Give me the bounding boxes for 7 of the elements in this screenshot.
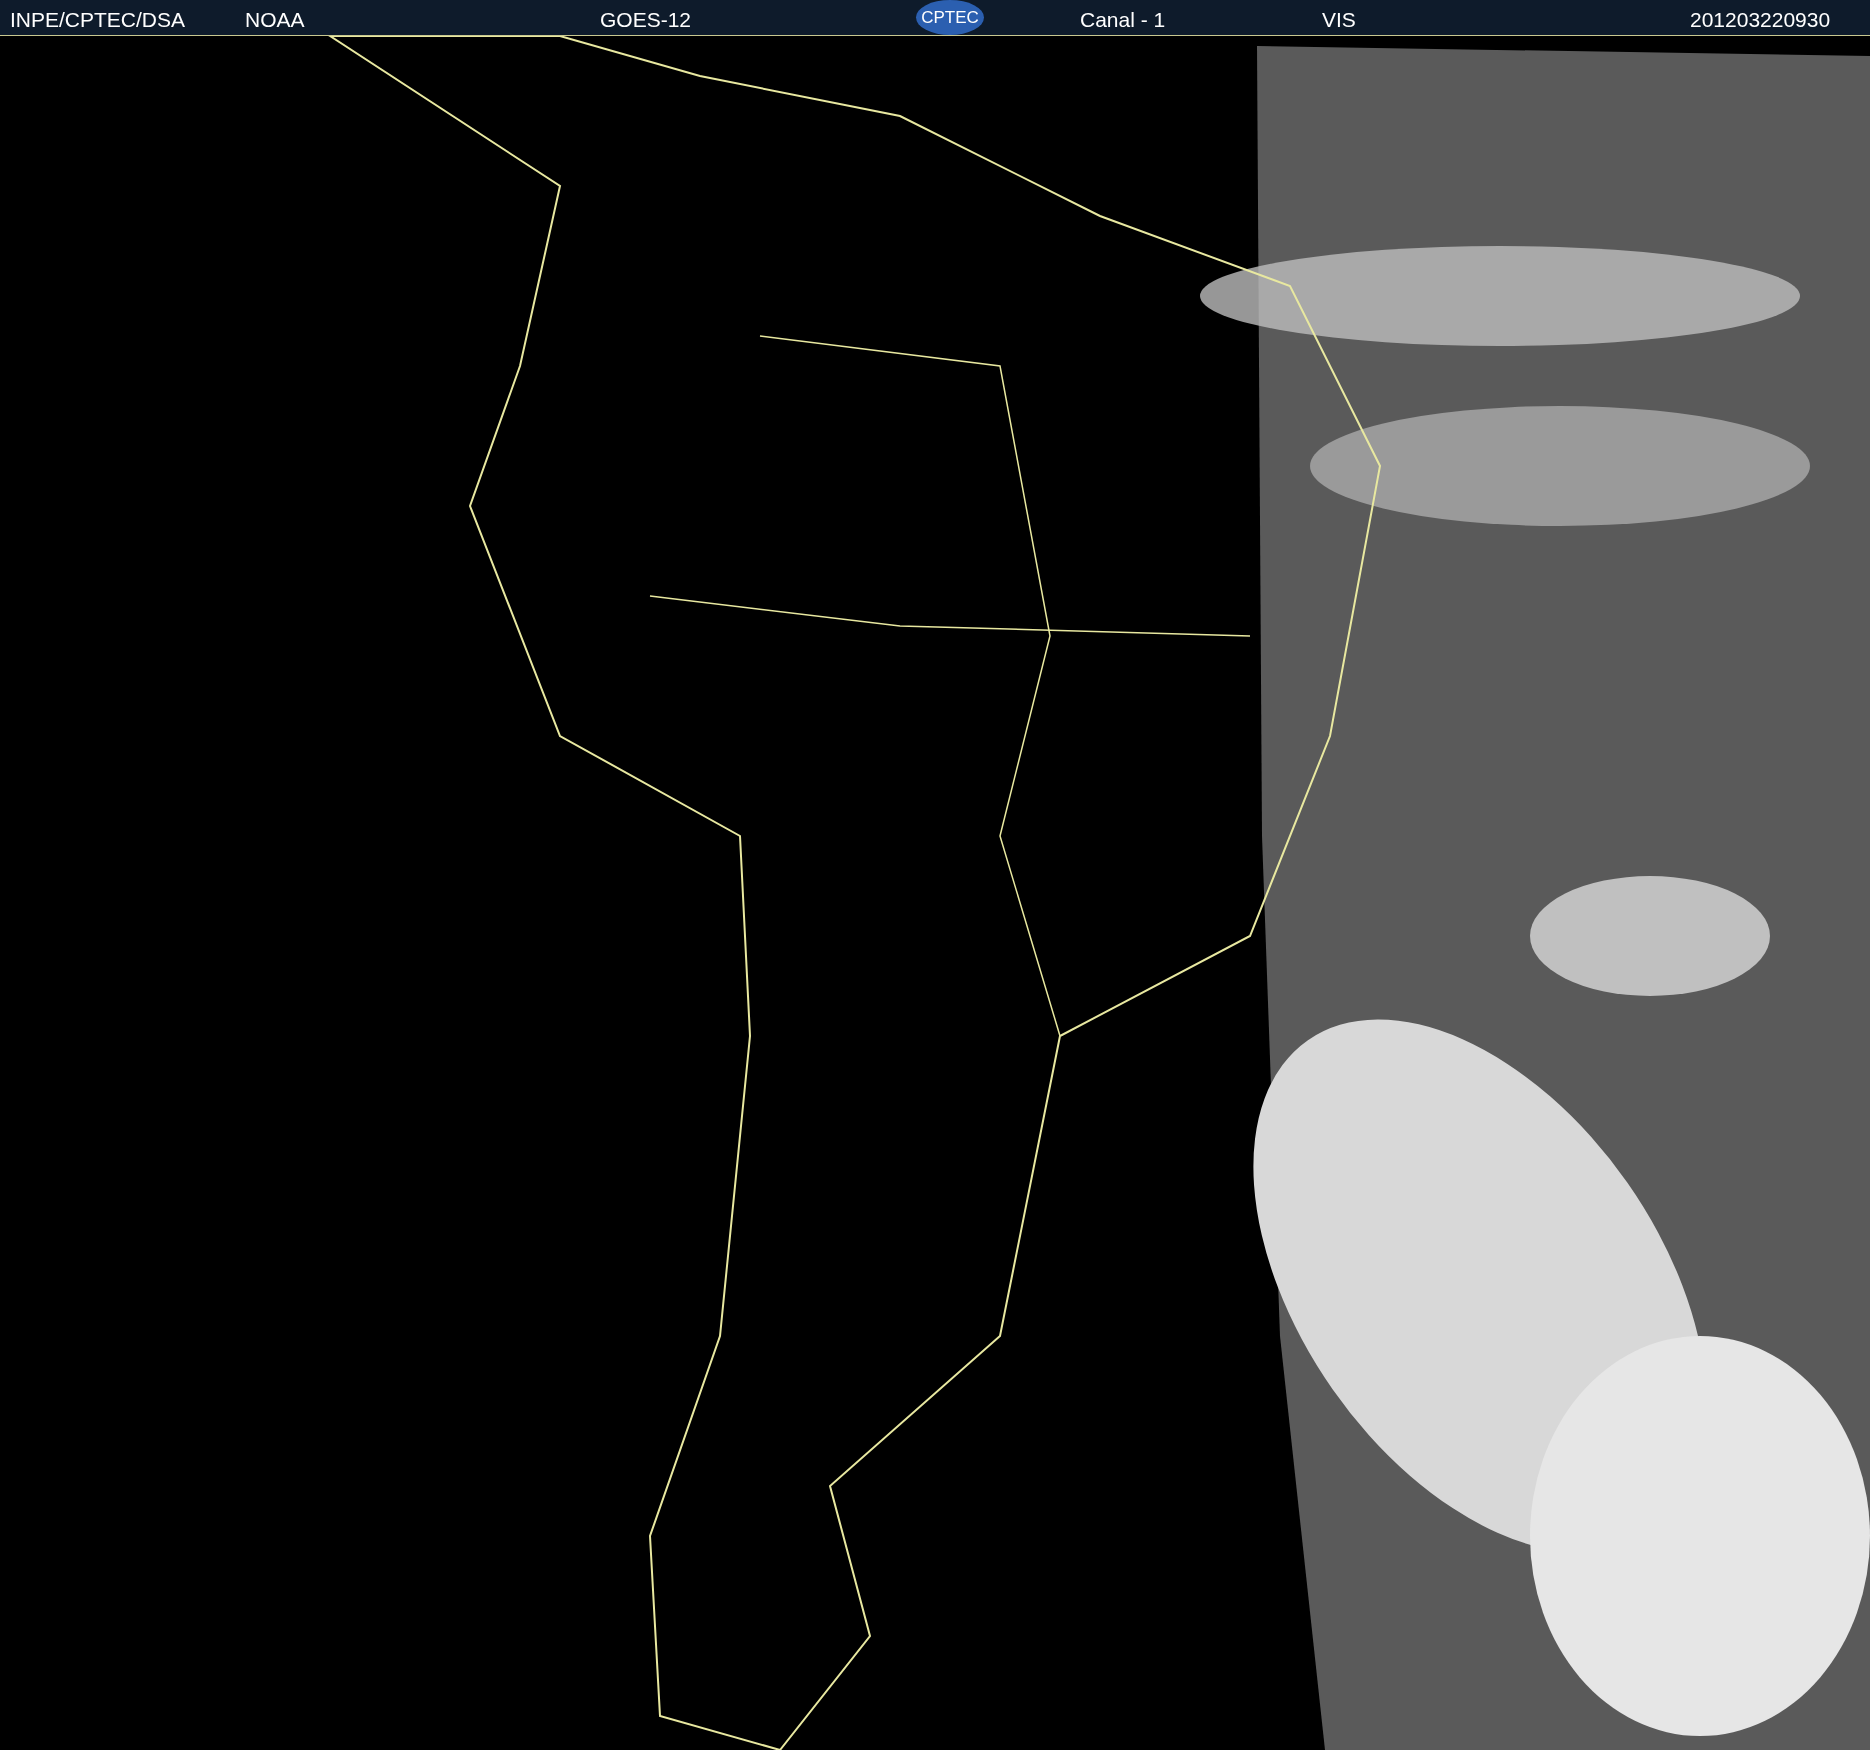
timestamp: 201203220930 <box>1690 7 1831 33</box>
channel-label: Canal - 1 <box>1080 7 1166 33</box>
logo: CPTEC <box>916 0 984 35</box>
satellite-label: GOES-12 <box>600 7 692 33</box>
agency-label: NOAA <box>245 7 305 33</box>
band-label: VIS <box>1322 7 1356 33</box>
agency-label: INPE/CPTEC/DSA <box>10 7 186 33</box>
